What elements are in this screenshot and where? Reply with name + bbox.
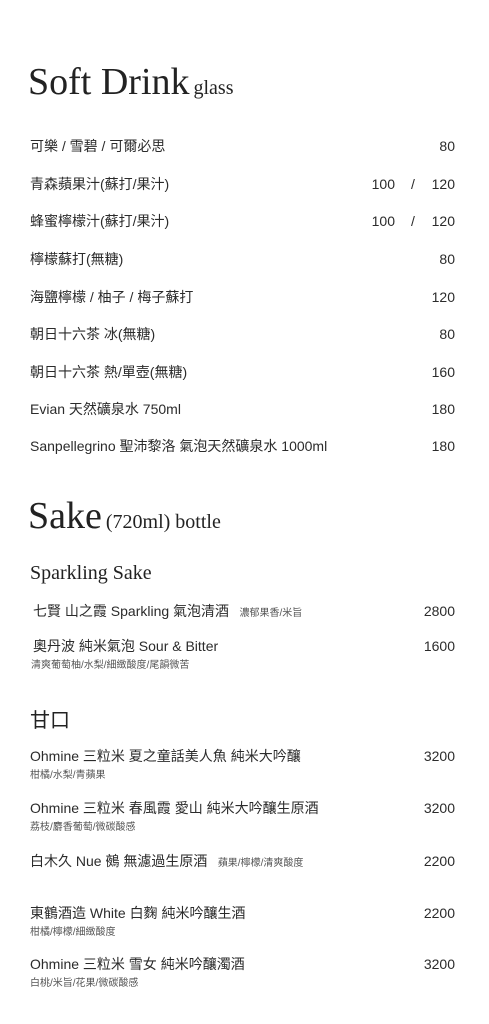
item-price: 80 bbox=[439, 251, 455, 267]
item-tasting-note: 蘋果/檸檬/清爽酸度 bbox=[217, 858, 304, 869]
list-item: 奧丹波 純米氣泡 Sour & Bitter 1600 bbox=[30, 636, 455, 656]
price-juice: 120 bbox=[431, 213, 455, 229]
soft-drink-heading: Soft Drink glass bbox=[28, 60, 234, 104]
item-name: Evian 天然礦泉水 750ml bbox=[30, 401, 181, 417]
list-item: 東鶴酒造 White 白麴 純米吟釀生酒 2200 bbox=[30, 903, 455, 923]
list-item: 七賢 山之霞 Sparkling 氣泡清酒 濃郁果香/米旨 2800 bbox=[30, 601, 455, 621]
item-price: 3200 bbox=[423, 956, 455, 972]
item-tasting-note: 柑橘/檸檬/細緻酸度 bbox=[30, 927, 116, 938]
soft-drink-subtitle: glass bbox=[193, 77, 234, 99]
item-name: 白木久 Nue 鵺 無濾過生原酒 bbox=[30, 853, 208, 869]
list-item: Evian 天然礦泉水 750ml 180 bbox=[30, 399, 455, 419]
price-separator: / bbox=[411, 213, 415, 229]
item-name: 青森蘋果汁(蘇打/果汁) bbox=[30, 176, 170, 192]
item-tasting-note: 濃郁果香/米旨 bbox=[239, 608, 303, 619]
item-name: 東鶴酒造 White 白麴 純米吟釀生酒 bbox=[30, 905, 246, 921]
item-price: 180 bbox=[431, 438, 455, 454]
list-item: 蜂蜜檸檬汁(蘇打/果汁) 100 / 120 bbox=[30, 211, 455, 231]
sparkling-sake-heading: Sparkling Sake bbox=[30, 562, 152, 584]
item-price: 2800 bbox=[423, 603, 455, 619]
item-name: Sanpellegrino 聖沛黎洛 氣泡天然礦泉水 1000ml bbox=[30, 438, 328, 454]
item-name: 七賢 山之霞 Sparkling 氣泡清酒 bbox=[33, 603, 230, 619]
price-soda: 100 bbox=[371, 213, 395, 229]
item-name: Ohmine 三粒米 夏之童話美人魚 純米大吟釀 bbox=[30, 748, 301, 764]
sweet-sake-heading: 甘口 bbox=[30, 710, 70, 732]
list-item: 朝日十六茶 冰(無糖) 80 bbox=[30, 324, 455, 344]
item-price: 80 bbox=[439, 326, 455, 342]
item-price: 80 bbox=[439, 138, 455, 154]
sake-heading: Sake (720ml) bottle bbox=[28, 494, 221, 538]
item-name: 奧丹波 純米氣泡 Sour & Bitter bbox=[33, 638, 219, 654]
item-price: 100 / 120 bbox=[359, 213, 455, 229]
item-name: Ohmine 三粒米 春風霞 愛山 純米大吟釀生原酒 bbox=[30, 800, 319, 816]
item-tasting-note: 柑橘/水梨/青蘋果 bbox=[30, 770, 106, 781]
list-item: Ohmine 三粒米 雪女 純米吟釀濁酒 3200 bbox=[30, 954, 455, 974]
list-item: 青森蘋果汁(蘇打/果汁) 100 / 120 bbox=[30, 174, 455, 194]
item-tasting-note: 清爽葡萄柚/水梨/細緻酸度/尾韻微苦 bbox=[31, 660, 190, 671]
item-name: 海鹽檸檬 / 柚子 / 梅子蘇打 bbox=[30, 289, 194, 305]
item-price: 2200 bbox=[423, 905, 455, 921]
list-item: 海鹽檸檬 / 柚子 / 梅子蘇打 120 bbox=[30, 287, 455, 307]
item-name: 朝日十六茶 冰(無糖) bbox=[30, 326, 156, 342]
list-item: 朝日十六茶 熱/單壺(無糖) 160 bbox=[30, 362, 455, 382]
item-price: 120 bbox=[431, 289, 455, 305]
item-price: 3200 bbox=[423, 748, 455, 764]
item-name: 可樂 / 雪碧 / 可爾必思 bbox=[30, 138, 166, 154]
item-name: 檸檬蘇打(無糖) bbox=[30, 251, 124, 267]
sake-title: Sake bbox=[28, 495, 102, 537]
item-price: 100 / 120 bbox=[359, 176, 455, 192]
sake-subtitle: (720ml) bottle bbox=[105, 511, 221, 533]
item-price: 160 bbox=[431, 364, 455, 380]
item-price: 1600 bbox=[423, 638, 455, 654]
list-item: Ohmine 三粒米 夏之童話美人魚 純米大吟釀 3200 bbox=[30, 746, 455, 766]
item-name: Ohmine 三粒米 雪女 純米吟釀濁酒 bbox=[30, 956, 245, 972]
soft-drink-title: Soft Drink bbox=[28, 61, 190, 103]
price-separator: / bbox=[411, 176, 415, 192]
item-tasting-note: 荔枝/麝香葡萄/微碳酸感 bbox=[30, 822, 136, 833]
item-name: 朝日十六茶 熱/單壺(無糖) bbox=[30, 364, 188, 380]
item-price: 2200 bbox=[423, 853, 455, 869]
item-price: 3200 bbox=[423, 800, 455, 816]
list-item: 可樂 / 雪碧 / 可爾必思 80 bbox=[30, 136, 455, 156]
item-name-group: 白木久 Nue 鵺 無濾過生原酒 蘋果/檸檬/清爽酸度 bbox=[30, 851, 303, 871]
list-item: Sanpellegrino 聖沛黎洛 氣泡天然礦泉水 1000ml 180 bbox=[30, 436, 455, 456]
list-item: 白木久 Nue 鵺 無濾過生原酒 蘋果/檸檬/清爽酸度 2200 bbox=[30, 851, 455, 871]
item-name: 蜂蜜檸檬汁(蘇打/果汁) bbox=[30, 213, 170, 229]
price-soda: 100 bbox=[371, 176, 395, 192]
item-name-group: 七賢 山之霞 Sparkling 氣泡清酒 濃郁果香/米旨 bbox=[30, 601, 302, 621]
list-item: 檸檬蘇打(無糖) 80 bbox=[30, 249, 455, 269]
item-tasting-note: 白桃/米旨/花果/微碳酸感 bbox=[30, 978, 139, 989]
item-price: 180 bbox=[431, 401, 455, 417]
list-item: Ohmine 三粒米 春風霞 愛山 純米大吟釀生原酒 3200 bbox=[30, 798, 455, 818]
price-juice: 120 bbox=[431, 176, 455, 192]
